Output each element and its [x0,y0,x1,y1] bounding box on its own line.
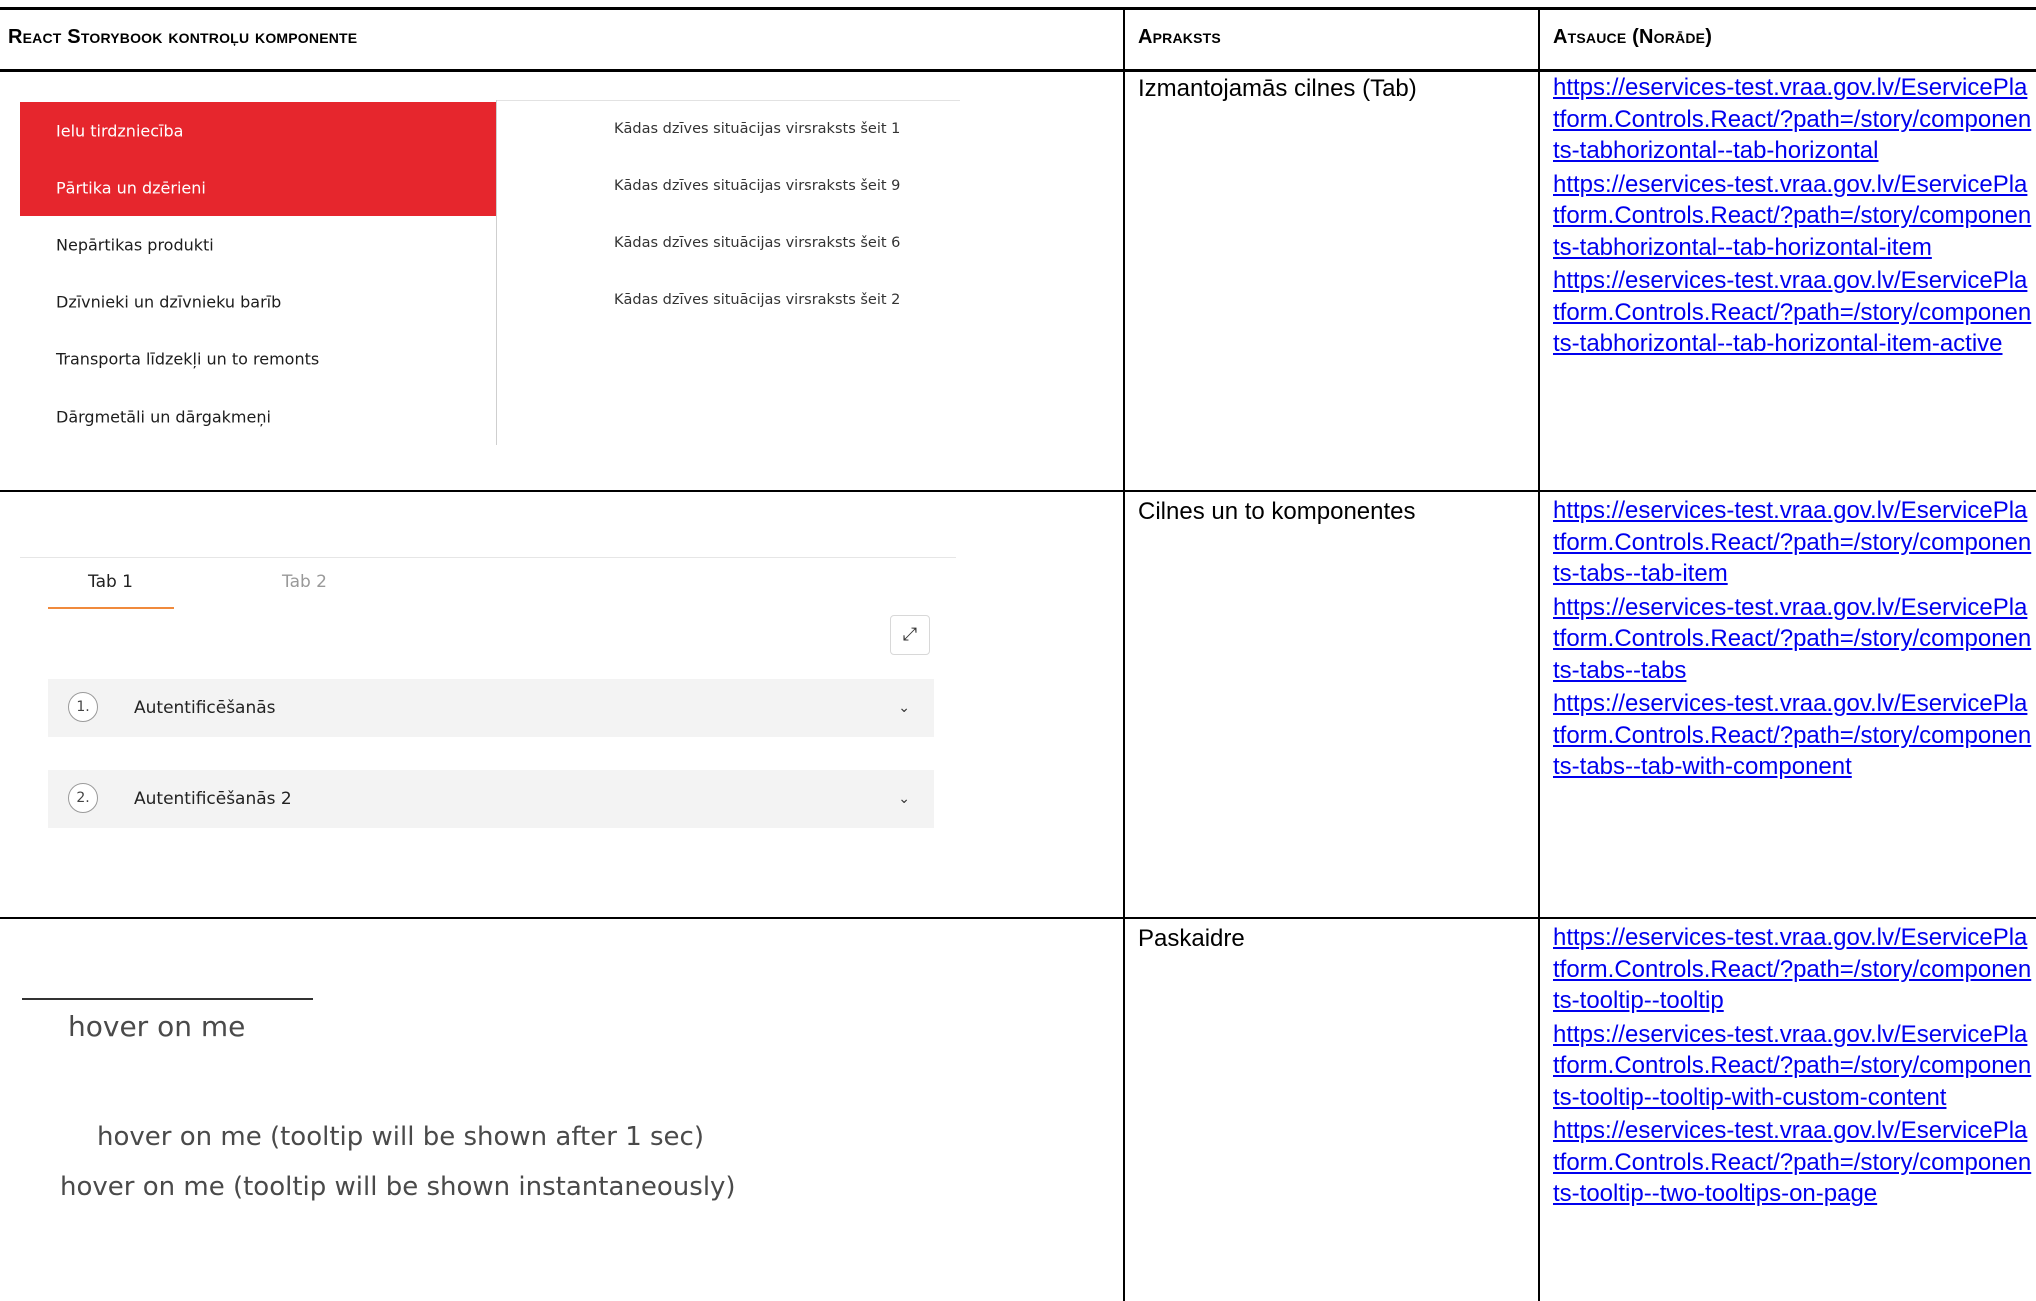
reference-link[interactable]: https://eservices-test.vraa.gov.lv/Eserv… [1553,922,2033,1017]
tooltip-trigger-instant[interactable]: hover on me (tooltip will be shown insta… [60,1172,736,1202]
tab-2[interactable]: Tab 2 [282,572,327,592]
reference-links: https://eservices-test.vraa.gov.lv/Eserv… [1553,495,2033,785]
tab-item[interactable]: Dzīvnieki un dzīvnieku barīb [20,273,496,330]
reference-link[interactable]: https://eservices-test.vraa.gov.lv/Eserv… [1553,169,2033,264]
active-tab-underline [48,607,174,609]
vertical-tab-list: Ielu tirdzniecība Pārtika un dzērieni Ne… [20,100,497,445]
tooltip-trigger[interactable]: hover on me [68,1010,245,1043]
tab-item-active[interactable]: Pārtika un dzērieni [20,159,496,216]
accordion-label: Autentificēšanās 2 [134,789,292,809]
tabs-preview: Tab 1 Tab 2 ⤢ 1. Autentificēšanās ⌄ 2. A… [20,557,960,837]
reference-links: https://eservices-test.vraa.gov.lv/Eserv… [1553,922,2033,1212]
row-description: Izmantojamās cilnes (Tab) [1138,75,1417,102]
preview-divider [20,557,956,558]
reference-link[interactable]: https://eservices-test.vraa.gov.lv/Eserv… [1553,592,2033,687]
column-divider-1 [1123,9,1125,1301]
table-top-border [0,7,2036,10]
accordion-label: Autentificēšanās [134,698,276,718]
tab-item[interactable]: Dārgmetāli un dārgakmeņi [20,388,496,445]
accordion-item[interactable]: 2. Autentificēšanās 2 ⌄ [48,770,934,828]
step-number: 1. [68,692,98,722]
life-situation-link[interactable]: Kādas dzīves situācijas virsraksts šeit … [614,121,900,137]
column-divider-2 [1538,9,1540,1301]
tab-horizontal-preview: Ielu tirdzniecība Pārtika un dzērieni Ne… [20,100,960,445]
preview-divider [496,100,960,101]
reference-link[interactable]: https://eservices-test.vraa.gov.lv/Eserv… [1553,1115,2033,1210]
tab-item[interactable]: Transporta līdzekļi un to remonts [20,330,496,387]
life-situation-link[interactable]: Kādas dzīves situācijas virsraksts šeit … [614,178,900,194]
header-reference: Atsauce (Norāde) [1553,26,1713,48]
tab-item-active[interactable]: Ielu tirdzniecība [20,102,496,159]
header-description: Apraksts [1138,26,1221,48]
tooltip-trigger-delayed[interactable]: hover on me (tooltip will be shown after… [97,1122,704,1152]
chevron-down-icon[interactable]: ⌄ [898,700,910,716]
tooltip-divider [22,998,313,1000]
step-number: 2. [68,783,98,813]
reference-link[interactable]: https://eservices-test.vraa.gov.lv/Eserv… [1553,688,2033,783]
chevron-down-icon[interactable]: ⌄ [898,791,910,807]
life-situation-link[interactable]: Kādas dzīves situācijas virsraksts šeit … [614,235,900,251]
row-description: Cilnes un to komponentes [1138,498,1416,525]
row-divider-1 [0,490,2036,492]
row-description: Paskaidre [1138,925,1245,952]
reference-links: https://eservices-test.vraa.gov.lv/Eserv… [1553,72,2033,362]
reference-link[interactable]: https://eservices-test.vraa.gov.lv/Eserv… [1553,495,2033,590]
reference-link[interactable]: https://eservices-test.vraa.gov.lv/Eserv… [1553,1019,2033,1114]
tab-item[interactable]: Nepārtikas produkti [20,216,496,273]
tab-1[interactable]: Tab 1 [88,572,133,592]
expand-icon[interactable]: ⤢ [890,615,930,655]
life-situation-link[interactable]: Kādas dzīves situācijas virsraksts šeit … [614,292,900,308]
accordion-item[interactable]: 1. Autentificēšanās ⌄ [48,679,934,737]
header-component: React Storybook kontroļu komponente [8,26,358,48]
reference-link[interactable]: https://eservices-test.vraa.gov.lv/Eserv… [1553,265,2033,360]
reference-link[interactable]: https://eservices-test.vraa.gov.lv/Eserv… [1553,72,2033,167]
tooltip-preview: hover on me hover on me (tooltip will be… [0,918,1120,1301]
